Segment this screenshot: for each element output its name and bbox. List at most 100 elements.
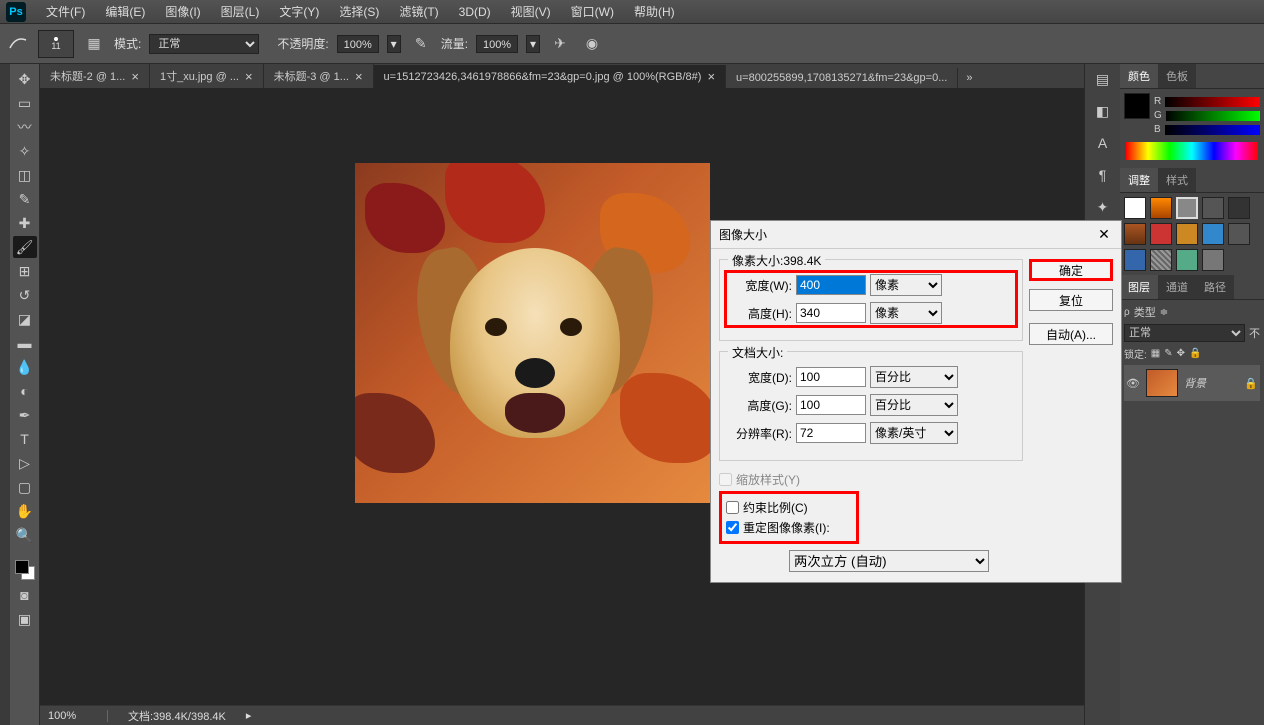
properties-panel-icon[interactable]: ◧ xyxy=(1091,102,1115,120)
character-panel-icon[interactable]: A xyxy=(1091,134,1115,152)
document-tab[interactable]: u=1512723426,3461978866&fm=23&gp=0.jpg @… xyxy=(374,65,726,88)
close-icon[interactable]: × xyxy=(245,69,253,84)
height-h-unit-select[interactable]: 像素 xyxy=(870,302,942,324)
opacity-dropdown-icon[interactable]: ▾ xyxy=(387,35,401,53)
ok-button[interactable]: 确定 xyxy=(1029,259,1113,281)
lock-all-icon[interactable]: 🔒 xyxy=(1189,348,1201,359)
menu-type[interactable]: 文字(Y) xyxy=(269,0,329,23)
style-swatch[interactable] xyxy=(1176,223,1198,245)
resample-method-select[interactable]: 两次立方 (自动) xyxy=(789,550,989,572)
menu-file[interactable]: 文件(F) xyxy=(36,0,95,23)
constrain-proportions-checkbox[interactable] xyxy=(726,501,739,514)
reset-button[interactable]: 复位 xyxy=(1029,289,1113,311)
blur-tool-icon[interactable]: 💧 xyxy=(13,356,37,378)
close-icon[interactable]: ✕ xyxy=(1095,226,1113,244)
style-swatch[interactable] xyxy=(1228,197,1250,219)
tab-adjustments[interactable]: 调整 xyxy=(1120,168,1158,192)
document-tab[interactable]: 1寸_xu.jpg @ ...× xyxy=(150,64,264,88)
flow-value[interactable]: 100% xyxy=(476,35,518,53)
style-swatch[interactable] xyxy=(1150,197,1172,219)
heal-tool-icon[interactable]: ✚ xyxy=(13,212,37,234)
style-swatch[interactable] xyxy=(1202,197,1224,219)
type-tool-icon[interactable]: T xyxy=(13,428,37,450)
style-swatch[interactable] xyxy=(1124,249,1146,271)
tab-color[interactable]: 颜色 xyxy=(1120,64,1158,88)
tab-styles[interactable]: 样式 xyxy=(1158,168,1196,192)
shape-tool-icon[interactable]: ▢ xyxy=(13,476,37,498)
r-slider[interactable] xyxy=(1165,97,1260,107)
width-d-unit-select[interactable]: 百分比 xyxy=(870,366,958,388)
lock-transparency-icon[interactable]: ▦ xyxy=(1151,348,1160,359)
tab-layers[interactable]: 图层 xyxy=(1120,275,1158,299)
height-g-input[interactable] xyxy=(796,395,866,415)
menu-window[interactable]: 窗口(W) xyxy=(561,0,624,23)
auto-button[interactable]: 自动(A)... xyxy=(1029,323,1113,345)
tab-swatches[interactable]: 色板 xyxy=(1158,64,1196,88)
style-swatch[interactable] xyxy=(1124,197,1146,219)
tab-paths[interactable]: 路径 xyxy=(1196,275,1234,299)
height-h-input[interactable] xyxy=(796,303,866,323)
opacity-value[interactable]: 100% xyxy=(337,35,379,53)
menu-view[interactable]: 视图(V) xyxy=(501,0,561,23)
stamp-tool-icon[interactable]: ⊞ xyxy=(13,260,37,282)
pressure-size-icon[interactable]: ◉ xyxy=(580,33,604,55)
b-slider[interactable] xyxy=(1165,125,1260,135)
document-tab[interactable]: 未标题-3 @ 1...× xyxy=(264,64,374,88)
width-d-input[interactable] xyxy=(796,367,866,387)
zoom-tool-icon[interactable]: 🔍 xyxy=(13,524,37,546)
paragraph-panel-icon[interactable]: ¶ xyxy=(1091,166,1115,184)
screenmode-tool-icon[interactable]: ▣ xyxy=(13,608,37,630)
lock-pixels-icon[interactable]: ✎ xyxy=(1164,348,1172,359)
layer-blend-select[interactable]: 正常 xyxy=(1124,324,1245,342)
document-tab[interactable]: u=800255899,1708135271&fm=23&gp=0... xyxy=(726,68,958,88)
path-select-tool-icon[interactable]: ▷ xyxy=(13,452,37,474)
dialog-titlebar[interactable]: 图像大小 ✕ xyxy=(711,221,1121,249)
brush-tool-icon[interactable]: 🖌 xyxy=(13,236,37,258)
width-w-input[interactable] xyxy=(796,275,866,295)
quickmask-tool-icon[interactable]: ◙ xyxy=(13,584,37,606)
history-brush-tool-icon[interactable]: ↺ xyxy=(13,284,37,306)
current-tool-icon[interactable] xyxy=(6,33,30,55)
style-swatch[interactable] xyxy=(1150,223,1172,245)
close-icon[interactable]: × xyxy=(707,69,715,84)
zoom-level[interactable]: 100% xyxy=(48,710,108,722)
menu-edit[interactable]: 编辑(E) xyxy=(95,0,155,23)
color-spectrum[interactable] xyxy=(1126,142,1258,160)
style-swatch[interactable] xyxy=(1176,249,1198,271)
close-icon[interactable]: × xyxy=(355,69,363,84)
airbrush-icon[interactable]: ✈ xyxy=(548,33,572,55)
layer-row[interactable]: 👁 背景 🔒 xyxy=(1124,365,1260,401)
blend-mode-select[interactable]: 正常 xyxy=(149,34,259,54)
history-panel-icon[interactable]: ▤ xyxy=(1091,70,1115,88)
eraser-tool-icon[interactable]: ◪ xyxy=(13,308,37,330)
gradient-tool-icon[interactable]: ▬ xyxy=(13,332,37,354)
close-icon[interactable]: × xyxy=(131,69,139,84)
document-tab[interactable]: 未标题-2 @ 1...× xyxy=(40,64,150,88)
dodge-tool-icon[interactable]: ◐ xyxy=(13,380,37,402)
tabs-overflow-icon[interactable]: » xyxy=(958,68,980,88)
g-slider[interactable] xyxy=(1166,111,1260,121)
lock-position-icon[interactable]: ✥ xyxy=(1177,348,1185,359)
style-swatch[interactable] xyxy=(1150,249,1172,271)
status-dropdown-icon[interactable]: ▸ xyxy=(246,709,252,722)
color-swatch-preview[interactable] xyxy=(1124,93,1150,119)
style-swatch[interactable] xyxy=(1228,223,1250,245)
lasso-tool-icon[interactable]: 〰 xyxy=(13,116,37,138)
menu-select[interactable]: 选择(S) xyxy=(329,0,389,23)
menu-filter[interactable]: 滤镜(T) xyxy=(389,0,448,23)
height-g-unit-select[interactable]: 百分比 xyxy=(870,394,958,416)
menu-layer[interactable]: 图层(L) xyxy=(211,0,270,23)
doc-size-status[interactable]: 文档:398.4K/398.4K xyxy=(128,708,226,724)
marquee-tool-icon[interactable]: ▭ xyxy=(13,92,37,114)
style-swatch[interactable] xyxy=(1176,197,1198,219)
pressure-opacity-icon[interactable]: ✎ xyxy=(409,33,433,55)
foreground-background-swatch[interactable] xyxy=(13,558,37,582)
brush-panel-toggle-icon[interactable]: ▦ xyxy=(82,33,106,55)
resolution-unit-select[interactable]: 像素/英寸 xyxy=(870,422,958,444)
style-swatch[interactable] xyxy=(1202,223,1224,245)
layer-thumbnail[interactable] xyxy=(1146,369,1178,397)
hand-tool-icon[interactable]: ✋ xyxy=(13,500,37,522)
style-swatch[interactable] xyxy=(1202,249,1224,271)
flow-dropdown-icon[interactable]: ▾ xyxy=(526,35,540,53)
foreground-color-swatch[interactable] xyxy=(15,560,29,574)
